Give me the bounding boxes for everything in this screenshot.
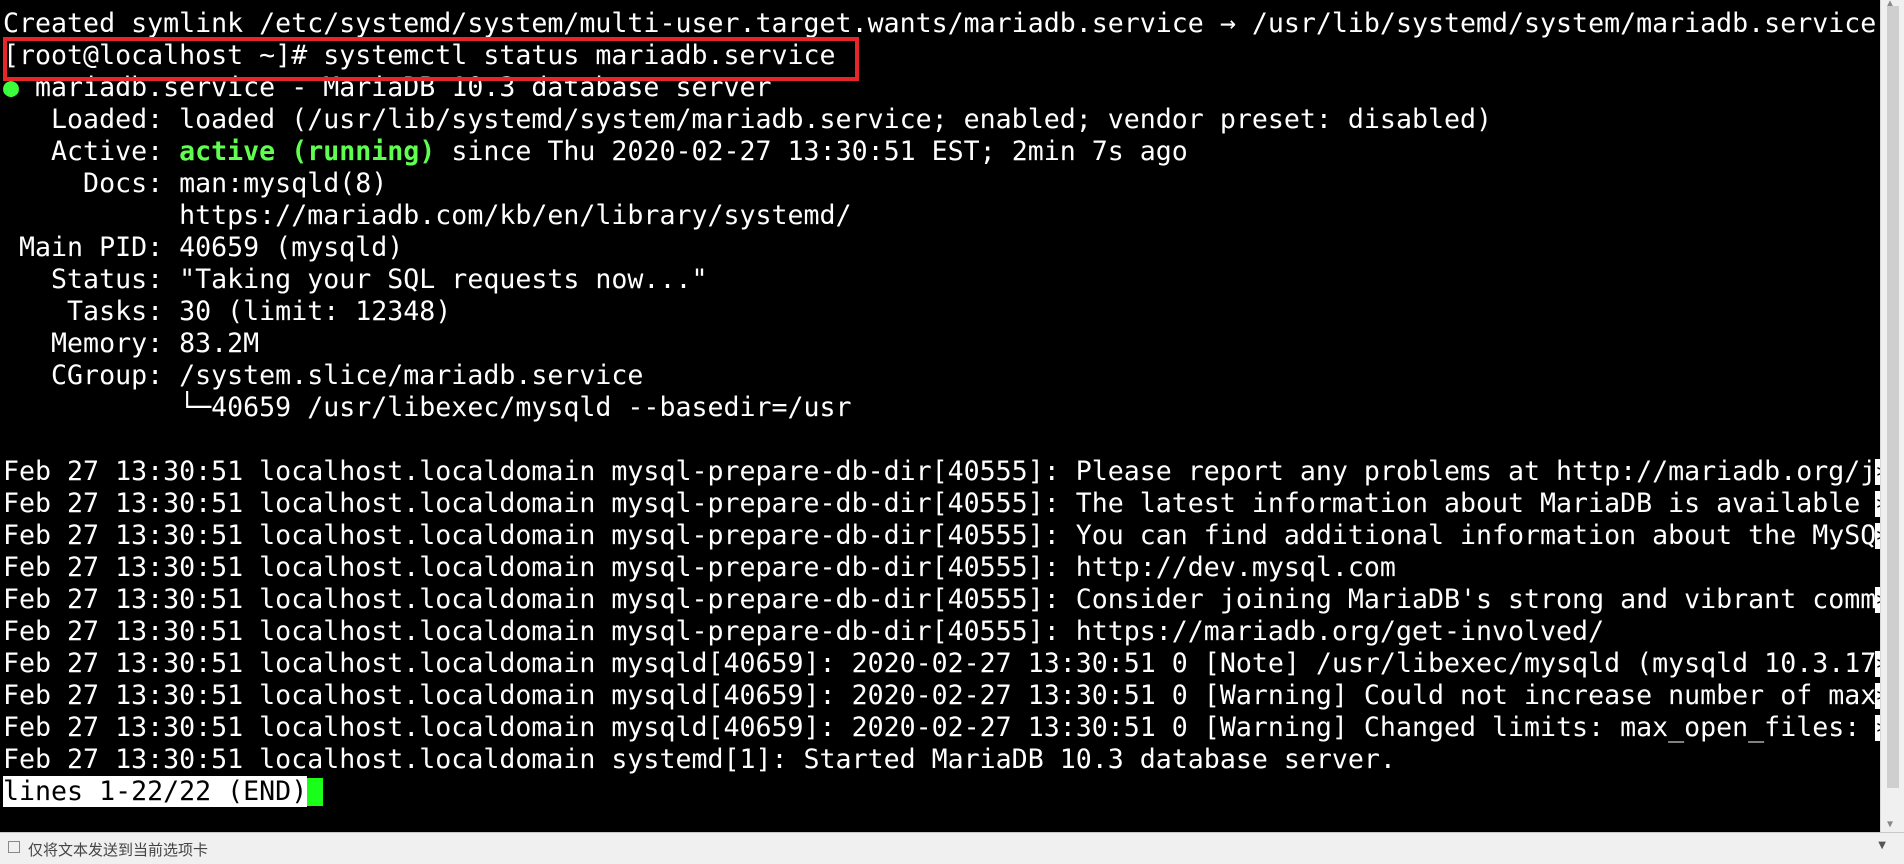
terminal-line: [root@localhost ~]# systemctl status mar… <box>3 40 836 71</box>
active-state: active (running) <box>179 136 436 167</box>
terminal-line: Feb 27 13:30:51 localhost.localdomain my… <box>3 552 1396 583</box>
terminal-line: Created symlink /etc/systemd/system/mult… <box>3 8 1880 39</box>
terminal-cursor <box>307 778 324 806</box>
terminal-line: ● mariadb.service - MariaDB 10.3 databas… <box>3 72 1880 104</box>
terminal-line: Main PID: 40659 (mysqld) <box>3 232 404 263</box>
terminal-line: └─40659 /usr/libexec/mysqld --basedir=/u… <box>3 392 852 423</box>
terminal-line: Feb 27 13:30:51 localhost.localdomain my… <box>3 488 1880 520</box>
pager-status-line: lines 1-22/22 (END) <box>3 776 1880 808</box>
terminal-line: Feb 27 13:30:51 localhost.localdomain my… <box>3 680 1880 712</box>
terminal-line: https://mariadb.com/kb/en/library/system… <box>3 200 852 231</box>
terminal-scrollbar[interactable]: ▲ ▼ <box>1880 0 1904 832</box>
service-title: mariadb.service - MariaDB 10.3 database … <box>19 72 772 103</box>
terminal-line: Status: "Taking your SQL requests now...… <box>3 264 708 295</box>
terminal-line: Feb 27 13:30:51 localhost.localdomain sy… <box>3 744 1396 775</box>
status-dot-icon: ● <box>3 72 20 103</box>
terminal-line: Feb 27 13:30:51 localhost.localdomain my… <box>3 456 1880 488</box>
terminal-line: Active: active (running) since Thu 2020-… <box>3 136 1188 167</box>
scrollbar-thumb[interactable] <box>1887 6 1899 788</box>
terminal-line: Memory: 83.2M <box>3 328 260 359</box>
terminal-line: Tasks: 30 (limit: 12348) <box>3 296 452 327</box>
terminal-line: Docs: man:mysqld(8) <box>3 168 388 199</box>
send-mode-status: 仅将文本发送到当前选项卡 <box>28 841 209 859</box>
terminal-line: Feb 27 13:30:51 localhost.localdomain my… <box>3 712 1880 744</box>
send-mode-icon[interactable] <box>8 841 20 853</box>
scroll-down-icon[interactable]: ▼ <box>1887 819 1893 830</box>
terminal-line: Feb 27 13:30:51 localhost.localdomain my… <box>3 584 1880 616</box>
terminal-lines: Created symlink /etc/systemd/system/mult… <box>3 8 1880 808</box>
status-bar: 仅将文本发送到当前选项卡 ▼ <box>0 832 1904 864</box>
chevron-down-icon[interactable]: ▼ <box>1878 840 1886 851</box>
terminal-line: Feb 27 13:30:51 localhost.localdomain my… <box>3 648 1880 680</box>
terminal-output[interactable]: Created symlink /etc/systemd/system/mult… <box>0 0 1880 832</box>
terminal-line: Feb 27 13:30:51 localhost.localdomain my… <box>3 616 1605 647</box>
terminal-line: Loaded: loaded (/usr/lib/systemd/system/… <box>3 104 1493 135</box>
terminal-line: CGroup: /system.slice/mariadb.service <box>3 360 644 391</box>
terminal-line: Feb 27 13:30:51 localhost.localdomain my… <box>3 520 1880 552</box>
